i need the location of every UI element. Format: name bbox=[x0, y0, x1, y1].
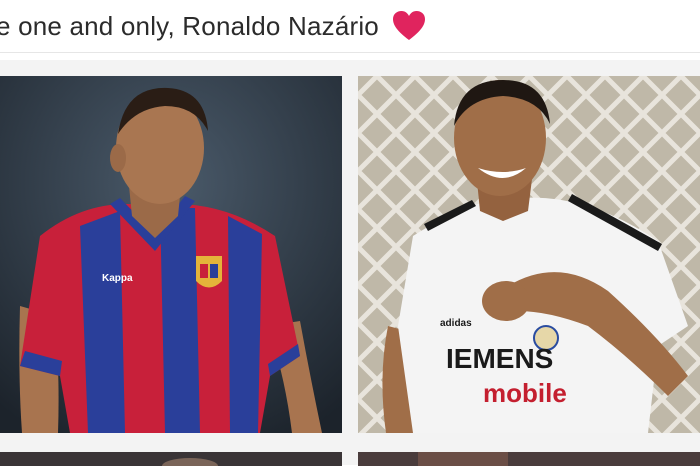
post-caption-bar: e one and only, Ronaldo Nazário bbox=[0, 0, 700, 53]
kit-brand-text: adidas bbox=[440, 318, 472, 329]
photo-grid: Kappa IEMENS mobile adidas bbox=[0, 60, 700, 466]
post-caption: e one and only, Ronaldo Nazário bbox=[0, 10, 379, 41]
photo-bottom-right[interactable] bbox=[358, 452, 700, 466]
jersey-brand-text: Kappa bbox=[102, 273, 133, 284]
photo-real-madrid[interactable]: IEMENS mobile adidas bbox=[358, 76, 700, 433]
photo-bottom-left[interactable] bbox=[0, 452, 342, 466]
sponsor-bottom-text: mobile bbox=[483, 378, 567, 408]
heart-icon bbox=[391, 8, 427, 44]
sponsor-top-text: IEMENS bbox=[446, 343, 553, 374]
photo-barcelona[interactable]: Kappa bbox=[0, 76, 342, 433]
